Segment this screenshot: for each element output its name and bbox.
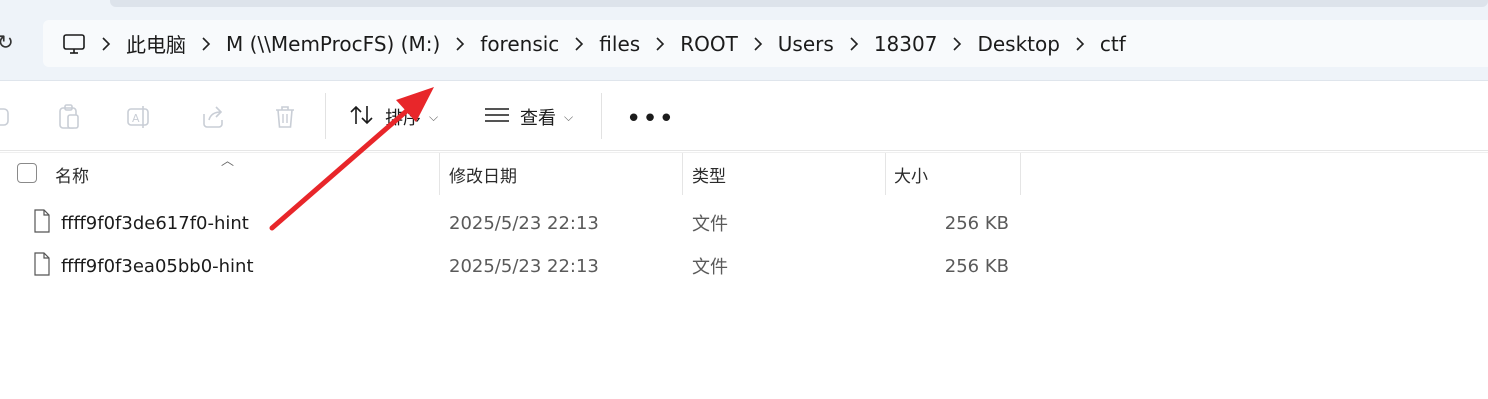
breadcrumb-item[interactable]: 18307 xyxy=(874,32,938,56)
file-row[interactable]: ffff9f0f3ea05bb0-hint 2025/5/23 22:13 文件… xyxy=(0,245,1020,287)
chevron-down-icon: ⌵ xyxy=(429,109,439,124)
file-name: ffff9f0f3ea05bb0-hint xyxy=(61,255,254,277)
chevron-right-icon[interactable] xyxy=(440,36,480,52)
file-icon xyxy=(33,251,51,281)
paste-icon[interactable] xyxy=(55,103,83,131)
file-type: 文件 xyxy=(692,214,728,235)
column-header-label: 类型 xyxy=(692,166,726,187)
file-type: 文件 xyxy=(692,257,728,278)
refresh-icon[interactable]: ↻ xyxy=(0,30,14,54)
breadcrumb-item[interactable]: 此电脑 xyxy=(126,29,186,58)
breadcrumb: 此电脑 M (\\MemProcFS) (M:) forensic files ROOT… xyxy=(86,29,1126,58)
view-icon xyxy=(484,106,510,129)
chevron-down-icon: ⌵ xyxy=(564,109,574,124)
delete-icon[interactable] xyxy=(271,103,299,131)
new-item-icon[interactable] xyxy=(0,103,14,131)
address-bar[interactable]: 此电脑 M (\\MemProcFS) (M:) forensic files ROOT… xyxy=(43,20,1488,67)
file-date: 2025/5/23 22:13 xyxy=(449,212,599,234)
share-icon[interactable] xyxy=(199,103,227,131)
chevron-right-icon[interactable] xyxy=(559,36,599,52)
column-resize-handle[interactable] xyxy=(682,153,683,195)
file-name-cell: ffff9f0f3ea05bb0-hint xyxy=(33,245,254,287)
breadcrumb-item[interactable]: ctf xyxy=(1100,32,1126,56)
column-header-label: 名称 xyxy=(55,166,89,187)
column-header-type[interactable]: 类型 xyxy=(692,153,726,195)
select-all-checkbox[interactable] xyxy=(17,163,37,183)
file-name: ffff9f0f3de617f0-hint xyxy=(61,212,249,234)
toolbar-separator xyxy=(601,93,602,139)
column-header-label: 大小 xyxy=(894,166,928,187)
chevron-right-icon[interactable] xyxy=(834,36,874,52)
column-resize-handle[interactable] xyxy=(439,153,440,195)
breadcrumb-item[interactable]: ROOT xyxy=(680,32,738,56)
file-row[interactable]: ffff9f0f3de617f0-hint 2025/5/23 22:13 文件… xyxy=(0,202,1020,244)
column-resize-handle[interactable] xyxy=(1020,153,1021,195)
svg-text:A: A xyxy=(132,112,140,125)
file-size: 256 KB xyxy=(944,212,1009,234)
more-options-icon[interactable]: ••• xyxy=(626,104,675,134)
breadcrumb-item[interactable]: files xyxy=(599,32,640,56)
column-resize-handle[interactable] xyxy=(885,153,886,195)
sort-icon xyxy=(349,104,375,131)
command-bar: A 排序 ⌵ 查看 ⌵ xyxy=(0,80,1488,153)
file-size: 256 KB xyxy=(944,255,1009,277)
computer-icon[interactable] xyxy=(62,32,86,56)
chevron-right-icon[interactable] xyxy=(1060,36,1100,52)
breadcrumb-item[interactable]: Users xyxy=(778,32,834,56)
column-header-date[interactable]: 修改日期 xyxy=(449,153,517,195)
view-button[interactable]: 查看 ⌵ xyxy=(484,101,573,133)
chevron-right-icon[interactable] xyxy=(738,36,778,52)
sort-label: 排序 xyxy=(385,108,421,129)
chevron-right-icon[interactable] xyxy=(640,36,680,52)
rename-icon[interactable]: A xyxy=(126,103,154,131)
sort-button[interactable]: 排序 ⌵ xyxy=(349,101,438,133)
chevron-right-icon[interactable] xyxy=(937,36,977,52)
breadcrumb-item[interactable]: M (\\MemProcFS) (M:) xyxy=(226,32,440,56)
column-header-name[interactable]: 名称 xyxy=(55,153,89,195)
view-label: 查看 xyxy=(520,108,556,129)
column-header-size[interactable]: 大小 xyxy=(894,153,928,195)
chevron-right-icon[interactable] xyxy=(186,36,226,52)
chevron-right-icon[interactable] xyxy=(86,36,126,52)
sort-ascending-icon: ︿ xyxy=(221,154,235,169)
file-date: 2025/5/23 22:13 xyxy=(449,255,599,277)
column-header-label: 修改日期 xyxy=(449,166,517,187)
breadcrumb-item[interactable]: forensic xyxy=(480,32,559,56)
toolbar-separator xyxy=(325,93,326,139)
file-icon xyxy=(33,208,51,238)
file-name-cell: ffff9f0f3de617f0-hint xyxy=(33,202,249,244)
tab-strip-edge xyxy=(110,0,1488,7)
breadcrumb-item[interactable]: Desktop xyxy=(977,32,1059,56)
